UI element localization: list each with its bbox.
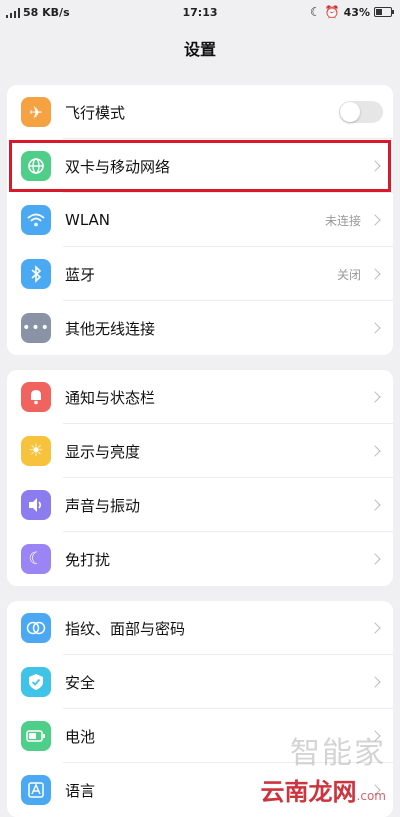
watermark-line1: 智能家: [290, 736, 386, 771]
chevron-right-icon: [369, 214, 381, 226]
alarm-icon: ⏰: [324, 5, 340, 19]
settings-item-other-wireless[interactable]: ••• 其他无线连接: [7, 301, 393, 355]
settings-item-do-not-disturb[interactable]: ☾ 免打扰: [7, 532, 393, 586]
settings-item-label: 免打扰: [65, 550, 111, 569]
chevron-right-icon: [369, 160, 381, 172]
moon-icon: ☾: [21, 544, 51, 574]
settings-item-label: 通知与状态栏: [65, 388, 156, 407]
chevron-right-icon: [369, 391, 381, 403]
settings-group-display: 通知与状态栏 ☀ 显示与亮度 声音与振动 ☾ 免打扰: [7, 370, 393, 586]
settings-item-wlan[interactable]: WLAN 未连接: [7, 193, 393, 247]
settings-item-display[interactable]: ☀ 显示与亮度: [7, 424, 393, 478]
watermark: 智能家 云南龙网.com: [261, 728, 386, 807]
chevron-right-icon: [369, 676, 381, 688]
bluetooth-status: 关闭: [336, 267, 361, 282]
airplane-mode-toggle[interactable]: [339, 101, 383, 123]
settings-item-label: WLAN: [65, 211, 111, 229]
settings-item-security[interactable]: 安全: [7, 655, 393, 709]
wlan-status: 未连接: [324, 213, 361, 228]
language-icon: [21, 775, 51, 805]
settings-item-sound[interactable]: 声音与振动: [7, 478, 393, 532]
chevron-right-icon: [369, 445, 381, 457]
page-title: 设置: [183, 40, 216, 59]
status-right: ☾ ⏰ 43%: [309, 5, 394, 19]
speaker-icon: [21, 490, 51, 520]
settings-item-label: 蓝牙: [65, 265, 96, 284]
settings-item-label: 指纹、面部与密码: [65, 619, 186, 638]
watermark-sub: .com: [356, 789, 386, 803]
shield-icon: [21, 667, 51, 697]
settings-item-label: 其他无线连接: [65, 319, 156, 338]
settings-item-bluetooth[interactable]: 蓝牙 关闭: [7, 247, 393, 301]
settings-item-label: 安全: [65, 673, 96, 692]
chevron-right-icon: [369, 499, 381, 511]
watermark-line2: 云南龙网.com: [260, 778, 386, 806]
settings-item-notifications[interactable]: 通知与状态栏: [7, 370, 393, 424]
settings-item-label: 显示与亮度: [65, 442, 141, 461]
wifi-icon: [21, 205, 51, 235]
battery-icon: [21, 721, 51, 751]
settings-item-label: 飞行模式: [65, 103, 126, 122]
fingerprint-face-icon: [21, 613, 51, 643]
globe-icon: [21, 151, 51, 181]
moon-icon: ☾: [309, 5, 321, 19]
battery-percent: 43%: [343, 5, 370, 19]
settings-item-label: 声音与振动: [65, 496, 141, 515]
battery-icon: [374, 7, 394, 17]
chevron-right-icon: [369, 622, 381, 634]
settings-item-dual-sim[interactable]: 双卡与移动网络: [7, 139, 393, 193]
settings-item-fingerprint-face-password[interactable]: 指纹、面部与密码: [7, 601, 393, 655]
chevron-right-icon: [369, 268, 381, 280]
bluetooth-icon: [21, 259, 51, 289]
settings-item-label: 双卡与移动网络: [65, 157, 171, 176]
brightness-icon: ☀: [21, 436, 51, 466]
airplane-icon: ✈: [21, 97, 51, 127]
chevron-right-icon: [369, 553, 381, 565]
bell-icon: [21, 382, 51, 412]
more-dots-icon: •••: [21, 313, 51, 343]
chevron-right-icon: [369, 322, 381, 334]
settings-group-connectivity: ✈ 飞行模式 双卡与移动网络 WLAN 未连接 蓝牙 关闭 ••• 其他无线连接: [7, 85, 393, 355]
status-bar: 58 KB/s 17:13 ☾ ⏰ 43%: [0, 0, 400, 26]
settings-item-airplane-mode[interactable]: ✈ 飞行模式: [7, 85, 393, 139]
